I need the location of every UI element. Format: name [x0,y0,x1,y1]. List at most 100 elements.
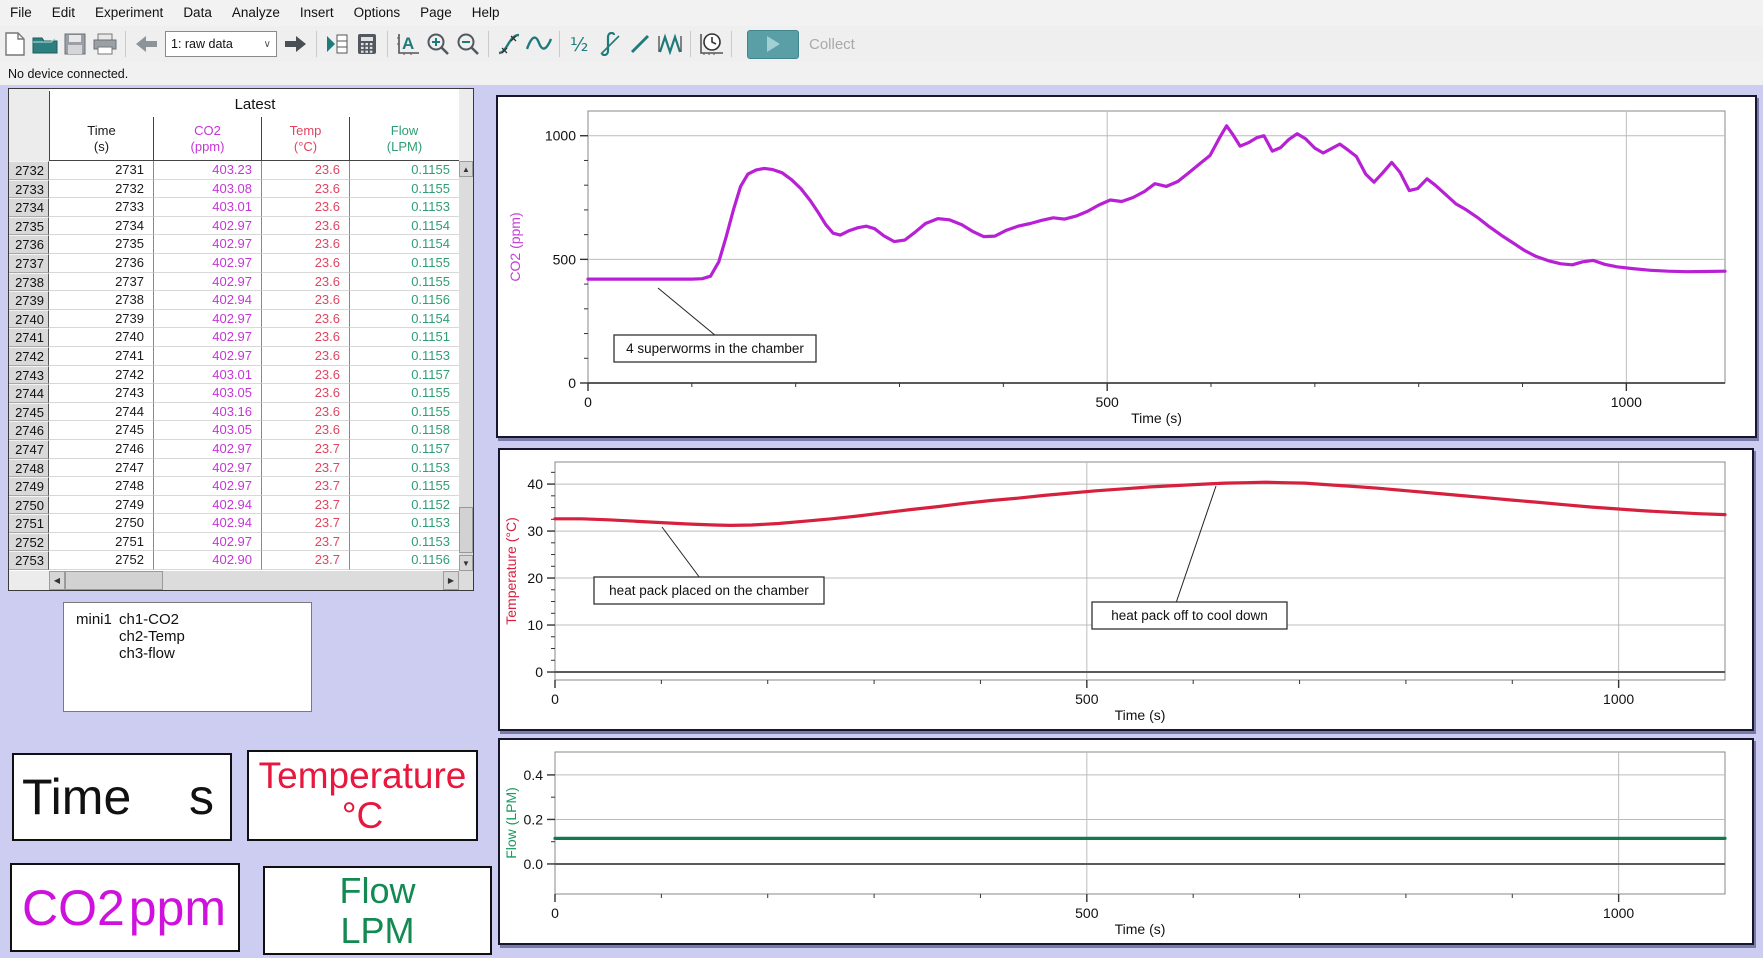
cell-flow[interactable]: 0.1155 [349,403,459,422]
cell-flow[interactable]: 0.1153 [349,459,459,478]
cell-co2[interactable]: 402.97 [153,328,261,347]
cell-co2[interactable]: 402.97 [153,273,261,292]
data-set-dropdown[interactable]: 1: raw data∨ [165,31,277,57]
next-data-set-icon[interactable] [323,30,351,58]
plot-area[interactable] [555,462,1725,680]
cell-temp[interactable]: 23.7 [261,459,349,478]
sensor-setup-box[interactable]: mini1 ch1-CO2 ch2-Temp ch3-flow [63,602,312,712]
cell-flow[interactable]: 0.1152 [349,496,459,515]
cell-co2[interactable]: 402.97 [153,477,261,496]
row-number[interactable]: 2743 [9,366,49,385]
cell-co2[interactable]: 403.01 [153,198,261,217]
menu-insert[interactable]: Insert [290,0,344,26]
cell-flow[interactable]: 0.1153 [349,347,459,366]
menu-page[interactable]: Page [410,0,462,26]
cell-flow[interactable]: 0.1154 [349,310,459,329]
flow-plot[interactable]: 050010000.00.20.4Time (s)Flow (LPM) [500,740,1752,943]
temperature-graph[interactable]: 05001000010203040Time (s)Temperature (°C… [498,448,1754,731]
co2-meter-box[interactable]: CO2 ppm [10,863,240,952]
cell-time[interactable]: 2739 [49,310,153,329]
cell-flow[interactable]: 0.1155 [349,254,459,273]
cell-time[interactable]: 2734 [49,217,153,236]
cell-temp[interactable]: 23.6 [261,366,349,385]
row-number[interactable]: 2744 [9,384,49,403]
curve-fit-icon[interactable] [495,30,523,58]
cell-co2[interactable]: 403.05 [153,384,261,403]
row-number[interactable]: 2738 [9,273,49,292]
cell-flow[interactable]: 0.1153 [349,198,459,217]
cell-flow[interactable]: 0.1154 [349,235,459,254]
cell-temp[interactable]: 23.6 [261,180,349,199]
cell-temp[interactable]: 23.6 [261,217,349,236]
cell-temp[interactable]: 23.6 [261,161,349,180]
plot-area[interactable] [555,752,1725,894]
cell-time[interactable]: 2748 [49,477,153,496]
fraction-icon[interactable]: ½ [566,30,594,58]
cell-time[interactable]: 2747 [49,459,153,478]
collect-button[interactable]: Collect [747,30,855,59]
row-number[interactable]: 2739 [9,291,49,310]
cell-time[interactable]: 2749 [49,496,153,515]
co2-graph[interactable]: 0500100005001000Time (s)CO2 (ppm)4 super… [496,95,1757,438]
horizontal-scroll-thumb[interactable] [65,571,163,590]
row-number[interactable]: 2751 [9,514,49,533]
cell-temp[interactable]: 23.7 [261,551,349,570]
cell-temp[interactable]: 23.6 [261,254,349,273]
save-icon[interactable] [61,30,89,58]
prev-run-icon[interactable] [132,30,160,58]
cell-flow[interactable]: 0.1158 [349,421,459,440]
cell-time[interactable]: 2751 [49,533,153,552]
cell-time[interactable]: 2744 [49,403,153,422]
menu-help[interactable]: Help [462,0,510,26]
row-number[interactable]: 2741 [9,328,49,347]
cell-flow[interactable]: 0.1153 [349,533,459,552]
vertical-scrollbar[interactable]: ▲ ▼ [459,161,473,571]
cell-flow[interactable]: 0.1156 [349,291,459,310]
cell-time[interactable]: 2741 [49,347,153,366]
cell-temp[interactable]: 23.6 [261,235,349,254]
next-run-icon[interactable] [282,30,310,58]
cell-temp[interactable]: 23.6 [261,347,349,366]
row-number[interactable]: 2752 [9,533,49,552]
row-number[interactable]: 2735 [9,217,49,236]
menu-data[interactable]: Data [173,0,222,26]
cell-flow[interactable]: 0.1155 [349,161,459,180]
new-document-icon[interactable] [1,30,29,58]
cell-co2[interactable]: 403.16 [153,403,261,422]
cell-time[interactable]: 2732 [49,180,153,199]
time-meter-box[interactable]: Time s [12,753,232,841]
menu-options[interactable]: Options [344,0,411,26]
row-number[interactable]: 2732 [9,161,49,180]
cell-temp[interactable]: 23.6 [261,198,349,217]
cell-co2[interactable]: 402.97 [153,440,261,459]
cell-co2[interactable]: 402.97 [153,533,261,552]
cell-co2[interactable]: 402.97 [153,310,261,329]
cell-co2[interactable]: 402.97 [153,347,261,366]
open-file-icon[interactable] [31,30,59,58]
cell-co2[interactable]: 402.97 [153,254,261,273]
cell-co2[interactable]: 402.97 [153,235,261,254]
cell-co2[interactable]: 403.08 [153,180,261,199]
cell-co2[interactable]: 403.01 [153,366,261,385]
cell-flow[interactable]: 0.1153 [349,514,459,533]
scroll-up-button[interactable]: ▲ [459,161,473,177]
row-number[interactable]: 2733 [9,180,49,199]
row-number[interactable]: 2742 [9,347,49,366]
cell-temp[interactable]: 23.7 [261,514,349,533]
flow-meter-box[interactable]: Flow LPM [263,866,492,955]
row-number[interactable]: 2740 [9,310,49,329]
cell-time[interactable]: 2736 [49,254,153,273]
row-number[interactable]: 2747 [9,440,49,459]
cell-time[interactable]: 2735 [49,235,153,254]
horizontal-scrollbar[interactable]: ◀ ▶ [49,571,459,590]
data-collection-icon[interactable] [697,30,725,58]
cell-time[interactable]: 2733 [49,198,153,217]
cell-temp[interactable]: 23.6 [261,291,349,310]
row-number[interactable]: 2748 [9,459,49,478]
cell-time[interactable]: 2737 [49,273,153,292]
cell-time[interactable]: 2745 [49,421,153,440]
column-header-flow[interactable]: Flow(LPM) [349,117,459,161]
row-number[interactable]: 2746 [9,421,49,440]
cell-time[interactable]: 2752 [49,551,153,570]
cell-temp[interactable]: 23.7 [261,477,349,496]
